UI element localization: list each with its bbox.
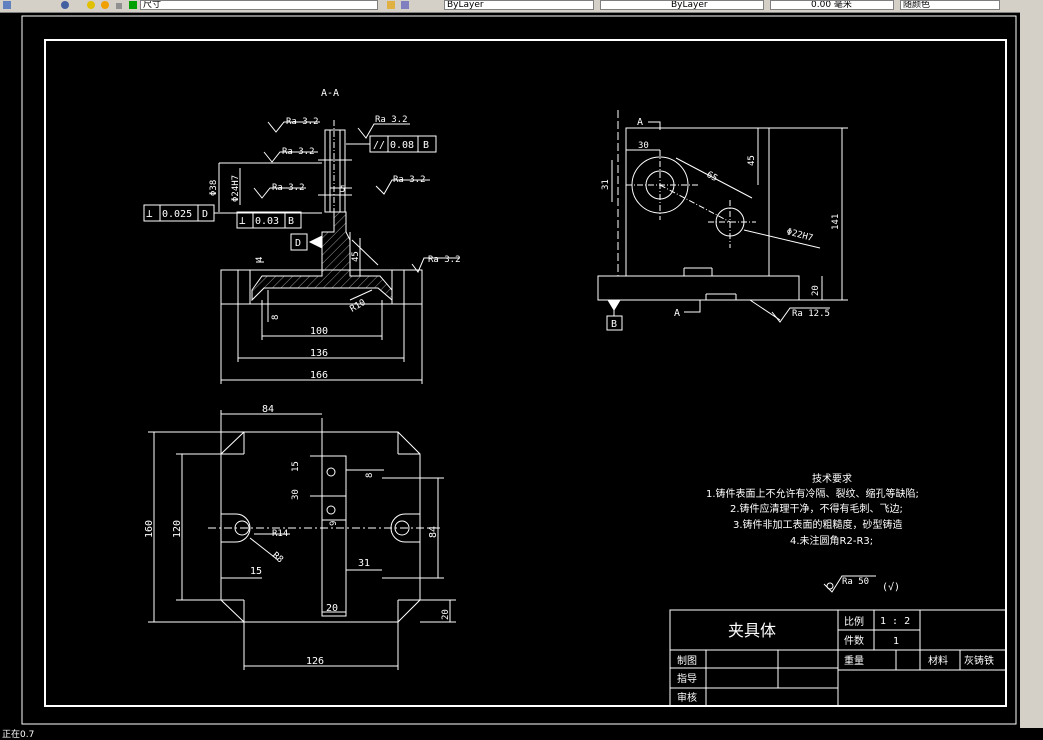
drawing-canvas[interactable]: A-A Ra 3.2 Ra 3.2 Ra 3.2 Ra 3.2 Ra 3.2 R… xyxy=(0,0,1043,740)
note-1: 1.铸件表面上不允许有冷隔、裂纹、缩孔等缺陷; xyxy=(706,487,919,500)
dim-r14: R14 xyxy=(272,529,288,539)
dim-phi38: Φ38 xyxy=(209,180,219,196)
perp1-datum: D xyxy=(202,209,208,220)
dim-160: 160 xyxy=(144,520,155,538)
plan-view xyxy=(148,410,456,670)
parallel-symbol: // xyxy=(373,140,385,151)
part-name: 夹具体 xyxy=(728,621,776,640)
notes-title: 技术要求 xyxy=(812,472,852,485)
dim-30-plan: 30 xyxy=(291,489,301,500)
roughness-4: Ra 3.2 xyxy=(375,115,408,125)
general-roughness-mark: (√) xyxy=(882,581,900,593)
roughness-3: Ra 3.2 xyxy=(272,183,305,193)
section-mark-a2: A xyxy=(674,308,680,319)
vertical-scrollbar[interactable] xyxy=(1020,12,1043,728)
scale-value: 1 : 2 xyxy=(880,616,910,627)
plan-annotations: 84 15 30 9 8 160 120 R14 R8 15 84 31 20 … xyxy=(144,404,451,667)
title-block xyxy=(669,609,1007,707)
roughness-5: Ra 3.2 xyxy=(393,175,426,185)
drawn-label: 制图 xyxy=(677,654,697,667)
side-view xyxy=(597,110,848,331)
dim-15-plan: 15 xyxy=(250,566,262,577)
dim-r8: R8 xyxy=(270,551,285,566)
dim-84-top: 84 xyxy=(262,404,274,415)
datum-b-label: B xyxy=(611,319,617,330)
guide-label: 指导 xyxy=(677,672,697,685)
perp1-symbol: ⊥ xyxy=(146,207,153,220)
technical-notes: 技术要求 1.铸件表面上不允许有冷隔、裂纹、缩孔等缺陷; 2.铸件应清理干净，不… xyxy=(706,472,919,547)
datum-d-label: D xyxy=(295,238,301,249)
dim-4: 4 xyxy=(255,257,265,262)
dim-120: 120 xyxy=(172,520,183,538)
side-annotations: A A B 30 31 65 45 141 Φ22H7 20 Ra 12.5 xyxy=(601,117,841,330)
dim-phi22h7: Φ22H7 xyxy=(785,227,814,244)
roughness-2: Ra 3.2 xyxy=(282,147,315,157)
review-label: 审核 xyxy=(677,691,697,704)
section-label: A-A xyxy=(321,88,339,99)
dim-15-top: 15 xyxy=(291,461,301,472)
count-value: 1 xyxy=(893,636,899,647)
sheet-outer-border xyxy=(21,15,1017,725)
dim-30-side: 30 xyxy=(638,141,649,151)
note-2: 2.铸件应清理干净，不得有毛刺、飞边; xyxy=(730,502,903,515)
dim-45-side: 45 xyxy=(747,155,757,166)
dim-141: 141 xyxy=(831,214,841,230)
dim-20-plan: 20 xyxy=(326,603,338,614)
dim-31-plan: 31 xyxy=(358,558,370,569)
perp2-symbol: ⊥ xyxy=(239,214,246,227)
section-annotations: Ra 3.2 Ra 3.2 Ra 3.2 Ra 3.2 Ra 3.2 Ra 3.… xyxy=(146,115,461,381)
command-status: 正在0.7 xyxy=(2,730,35,740)
dim-phi24h7: Φ24H7 xyxy=(231,175,241,202)
dim-20-side: 20 xyxy=(811,285,821,296)
parallel-value: 0.08 xyxy=(390,140,414,151)
dim-5: 5 xyxy=(340,185,345,195)
general-roughness-value: Ra 50 xyxy=(842,577,869,587)
dim-100: 100 xyxy=(310,326,328,337)
roughness-7: Ra 12.5 xyxy=(792,309,830,319)
note-4: 4.未注圆角R2-R3; xyxy=(790,534,873,547)
weight-label: 重量 xyxy=(844,654,864,667)
dim-65: 65 xyxy=(705,170,719,184)
roughness-1: Ra 3.2 xyxy=(286,117,319,127)
title-block-text: 夹具体 比例 1 : 2 件数 1 重量 材料 灰铸铁 制图 指导 审核 xyxy=(677,615,994,704)
scale-label: 比例 xyxy=(844,615,864,628)
perp2-value: 0.03 xyxy=(255,216,279,227)
dim-31-side: 31 xyxy=(601,179,611,190)
dim-136: 136 xyxy=(310,348,328,359)
dim-84-side: 84 xyxy=(428,526,439,538)
section-mark-a1: A xyxy=(637,117,643,128)
dim-r10: R10 xyxy=(349,298,368,315)
dim-126: 126 xyxy=(306,656,324,667)
dim-8: 8 xyxy=(271,315,281,320)
section-view xyxy=(143,120,460,384)
roughness-6: Ra 3.2 xyxy=(428,255,461,265)
perp2-datum: B xyxy=(288,216,294,227)
dim-8-plan: 8 xyxy=(365,473,375,478)
dim-45-section: 45 xyxy=(351,251,361,262)
count-label: 件数 xyxy=(844,634,864,647)
dim-9: 9 xyxy=(329,521,339,526)
perp1-value: 0.025 xyxy=(162,209,192,220)
material-value: 灰铸铁 xyxy=(964,654,994,667)
material-label: 材料 xyxy=(928,654,948,667)
dim-20-right: 20 xyxy=(441,609,451,620)
sheet-inner-border xyxy=(44,39,1007,707)
note-3: 3.铸件非加工表面的粗糙度，砂型铸造 xyxy=(733,518,903,531)
parallel-datum: B xyxy=(423,140,429,151)
dim-166: 166 xyxy=(310,370,328,381)
